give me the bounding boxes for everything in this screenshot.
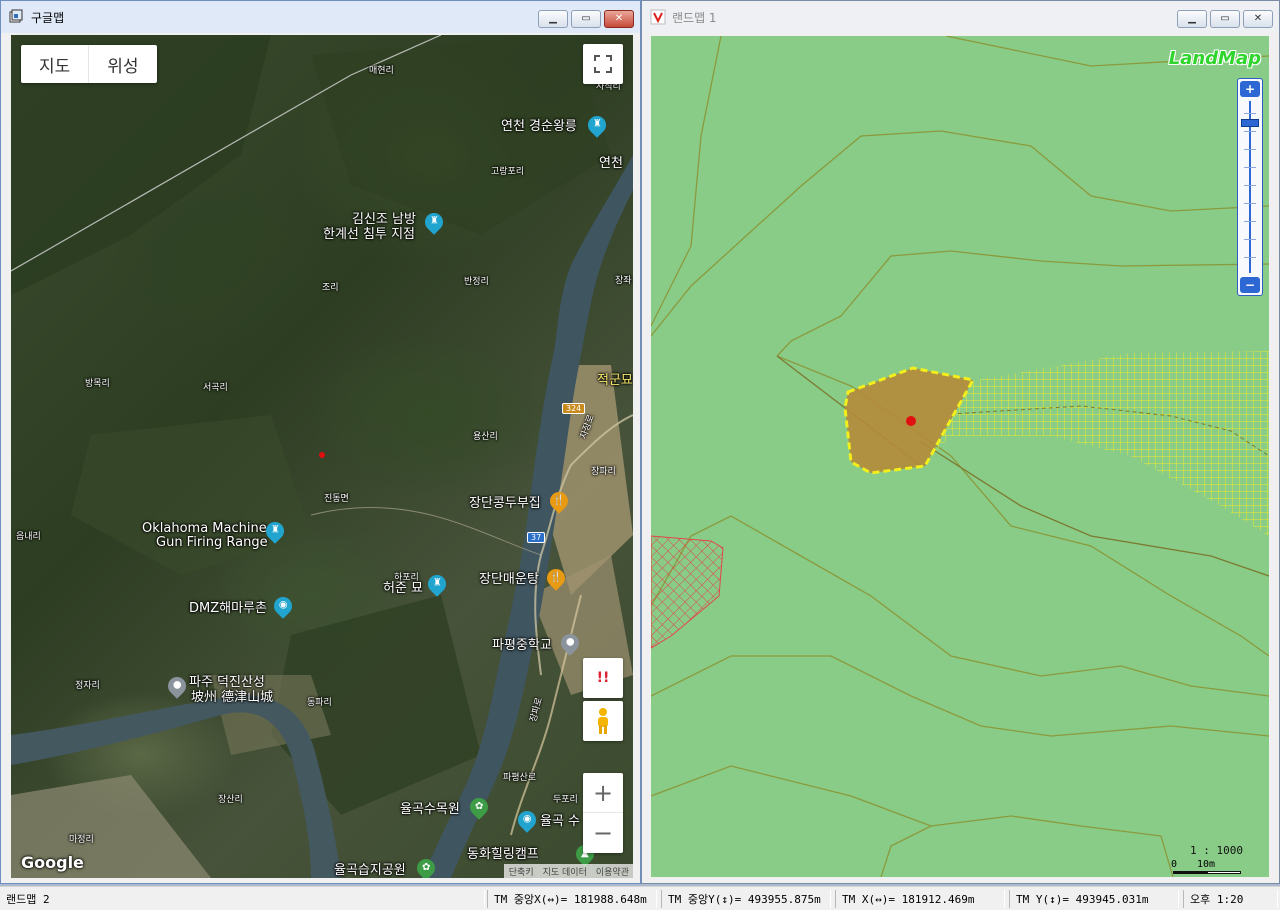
map-label: 연천 — [599, 156, 623, 171]
map-label: 장단매운탕 — [479, 572, 539, 587]
scale-bar: 0 10m — [1171, 859, 1243, 874]
zoom-tick — [1244, 203, 1256, 204]
map-label: 방목리 — [85, 379, 110, 389]
status-clock: 오후 1:20 — [1183, 890, 1278, 908]
map-label: 매현리 — [369, 66, 394, 76]
status-tm-center-x: TM 중앙X(↔)= 181988.648m — [487, 890, 657, 908]
map-label: 반정리 — [464, 277, 489, 287]
map-label: Gun Firing Range — [156, 535, 268, 550]
landmap-app-icon — [650, 9, 666, 25]
landmap-window-titlebar[interactable]: 랜드맵 1 ▁ ▭ ✕ — [642, 1, 1279, 33]
map-label: 읍내리 — [16, 532, 41, 542]
zoom-thumb[interactable] — [1241, 119, 1259, 127]
shortcuts-link[interactable]: 단축키 — [503, 864, 538, 878]
map-label: 파평중학교 — [492, 638, 552, 653]
zoom-control: + − — [583, 773, 623, 853]
map-label: 율곡 수 — [540, 814, 581, 829]
map-data-link[interactable]: 지도 데이터 — [537, 864, 591, 878]
minimize-button[interactable]: ▁ — [1177, 10, 1207, 28]
map-label: DMZ해마루촌 — [189, 601, 267, 616]
map-scale-ratio: 1 : 1000 — [1190, 844, 1243, 857]
map-label: 허준 묘 — [383, 581, 424, 596]
map-label: 진동면 — [324, 494, 349, 504]
map-type-satellite-button[interactable]: 위성 — [89, 45, 156, 83]
map-label: 조리 — [322, 283, 339, 293]
map-label: 장파리 — [591, 467, 616, 477]
fullscreen-button[interactable] — [583, 44, 623, 84]
map-label: 파평산로 — [503, 773, 537, 783]
zoom-tick — [1244, 167, 1256, 168]
google-logo: Google — [21, 853, 84, 872]
map-type-map-button[interactable]: 지도 — [21, 45, 90, 83]
map-label: 장단콩두부집 — [469, 496, 541, 511]
window-title: 랜드맵 1 — [672, 10, 717, 25]
zoom-tick — [1244, 149, 1256, 150]
map-label: 장산리 — [218, 795, 243, 805]
road-shield: 37 — [527, 532, 546, 543]
satellite-map[interactable]: 매현리 사직리 연천 경순왕릉 고랑포리 연천 김신조 남방 한계선 침투 지점… — [11, 35, 633, 878]
map-label: 정자리 — [75, 681, 100, 691]
map-label: 적군묘 — [597, 373, 633, 388]
zoom-out-button[interactable]: − — [583, 813, 623, 853]
zoom-tick — [1244, 239, 1256, 240]
map-label: 고랑포리 — [491, 167, 525, 177]
zoom-tick — [1244, 221, 1256, 222]
pegman-icon — [598, 708, 608, 734]
landmap-zoom-out-button[interactable]: − — [1240, 277, 1260, 293]
map-label: 율곡습지공원 — [334, 863, 406, 878]
zoom-tick — [1244, 113, 1256, 114]
road-shield: 324 — [562, 403, 586, 414]
map-type-control: 지도 위성 — [21, 45, 157, 83]
map-label: 동화힐링캠프 — [467, 847, 539, 862]
map-label: 용산리 — [473, 432, 498, 442]
scale-label-start: 0 — [1171, 859, 1178, 870]
cadastral-map[interactable]: LandMap + − 1 : 1000 0 10m — [651, 36, 1269, 877]
scale-label-end: 10m — [1197, 859, 1216, 870]
app-icon — [9, 9, 25, 25]
selected-point-marker — [906, 416, 916, 426]
maximize-button[interactable]: ▭ — [1210, 10, 1240, 28]
landmap-zoom-slider[interactable]: + − — [1237, 78, 1263, 296]
maximize-button[interactable]: ▭ — [571, 10, 601, 28]
status-window-name: 랜드맵 2 — [0, 890, 485, 908]
cadastral-parcels — [651, 36, 1269, 877]
alert-button[interactable]: !! — [583, 658, 623, 698]
zoom-tick — [1244, 185, 1256, 186]
status-tm-center-y: TM 중앙Y(↕)= 493955.875m — [661, 890, 831, 908]
map-label: 율곡수목원 — [400, 802, 460, 817]
map-label: 坡州 德津山城 — [191, 690, 274, 705]
map-label: 장좌 — [615, 276, 632, 286]
map-label: 연천 경순왕릉 — [501, 119, 577, 134]
terms-link[interactable]: 이용약관 — [590, 864, 633, 878]
target-point-marker — [319, 452, 325, 458]
map-label: 동파리 — [307, 698, 332, 708]
map-label: 파주 덕진산성 — [189, 675, 265, 690]
google-map-window: 구글맵 ▁ ▭ ✕ 매현리 사직리 연천 경순왕릉 고랑포리 연천 김신조 남방… — [0, 0, 641, 884]
zoom-tick — [1244, 131, 1256, 132]
status-bar: 랜드맵 2 TM 중앙X(↔)= 181988.648m TM 중앙Y(↕)= … — [0, 886, 1280, 910]
minimize-button[interactable]: ▁ — [538, 10, 568, 28]
map-label: Oklahoma Machine — [142, 521, 267, 536]
zoom-in-button[interactable]: + — [583, 773, 623, 813]
map-label: 서곡리 — [203, 383, 228, 393]
google-window-titlebar[interactable]: 구글맵 ▁ ▭ ✕ — [1, 1, 640, 33]
status-tm-y: TM Y(↕)= 493945.031m — [1009, 890, 1179, 908]
fullscreen-icon — [594, 55, 612, 73]
map-footer: 단축키 지도 데이터 이용약관 — [503, 864, 633, 878]
map-label: 김신조 남방 — [352, 212, 416, 227]
map-label: 마정리 — [69, 835, 94, 845]
window-title: 구글맵 — [31, 10, 65, 25]
close-button[interactable]: ✕ — [1243, 10, 1273, 28]
status-tm-x: TM X(↔)= 181912.469m — [835, 890, 1005, 908]
zoom-tick — [1244, 257, 1256, 258]
landmap-zoom-in-button[interactable]: + — [1240, 81, 1260, 97]
map-label: 두포리 — [553, 795, 578, 805]
street-view-pegman-button[interactable] — [583, 701, 623, 741]
alert-icon: !! — [596, 670, 610, 686]
map-label: 한계선 침투 지점 — [323, 227, 415, 242]
landmap-logo: LandMap — [1168, 48, 1261, 69]
close-button[interactable]: ✕ — [604, 10, 634, 28]
